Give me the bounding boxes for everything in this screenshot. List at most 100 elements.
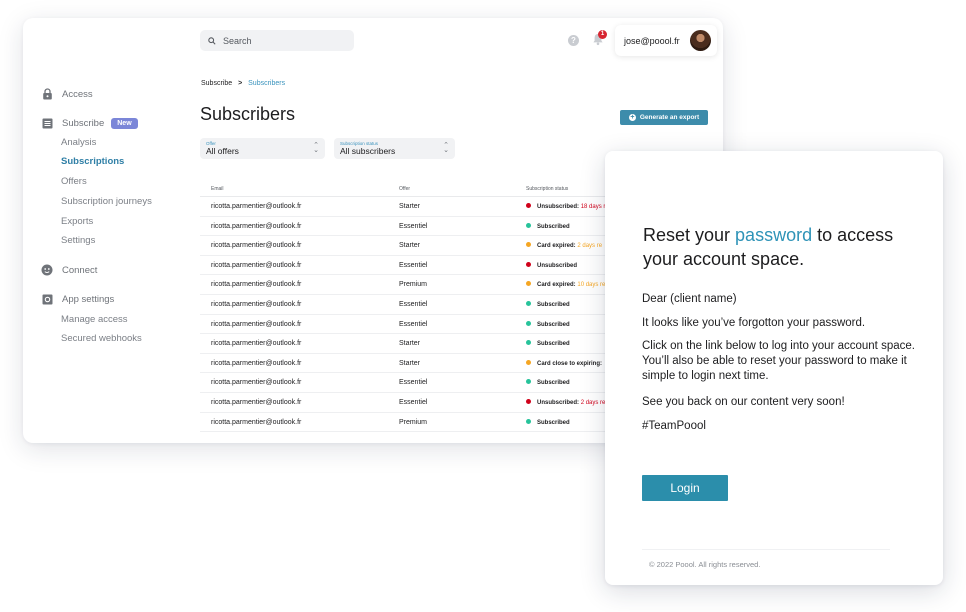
breadcrumb: Subscribe > Subscribers <box>201 80 285 87</box>
sidebar-item-settings[interactable]: Settings <box>61 235 95 246</box>
row-status: Unsubscribed: 2 days re <box>526 398 605 406</box>
status-dot <box>526 340 531 346</box>
row-status: Unsubscribed <box>526 261 577 269</box>
sidebar-item-subscription-journeys[interactable]: Subscription journeys <box>61 196 152 207</box>
status-select[interactable]: Subscription status All subscribers ⌃ ⌄ <box>334 138 455 159</box>
email-greeting: Dear (client name) <box>642 293 737 305</box>
status-select-value: All subscribers <box>340 146 396 156</box>
status-label: Subscribed <box>537 419 570 426</box>
email-paragraph: It looks like you’ve forgotton your pass… <box>642 317 866 329</box>
reset-password-email: Reset your password to access your accou… <box>605 151 943 585</box>
row-status: Subscribed <box>526 300 570 308</box>
face-icon <box>41 264 53 276</box>
row-status: Subscribed <box>526 222 570 230</box>
status-label: Card close to expiring: <box>537 360 603 367</box>
column-header-email[interactable]: Email <box>211 186 224 192</box>
status-label: Subscribed <box>537 380 570 387</box>
search-placeholder: Search <box>223 35 252 46</box>
user-email: jose@poool.fr <box>624 35 680 46</box>
row-email: ricotta.parmentier@outlook.fr <box>211 242 302 250</box>
row-offer: Premium <box>399 418 428 426</box>
offer-select-value: All offers <box>206 146 239 156</box>
offer-select[interactable]: Offer All offers ⌃ ⌄ <box>200 138 325 159</box>
search-icon <box>208 36 216 45</box>
login-button[interactable]: Login <box>642 475 728 501</box>
status-label: Card expired: <box>537 282 576 289</box>
status-detail: 10 days re <box>577 282 606 289</box>
page-title: Subscribers <box>200 104 296 124</box>
status-label: Unsubscribed: <box>537 399 580 406</box>
generate-export-button[interactable]: + Generate an export <box>620 110 708 125</box>
sidebar-item-manage-access[interactable]: Manage access <box>61 314 128 325</box>
row-offer: Essentiel <box>399 379 428 387</box>
column-header-status[interactable]: Subscription status <box>526 186 568 192</box>
status-dot <box>526 261 531 267</box>
email-heading: Reset your password to access your accou… <box>643 223 923 271</box>
plus-icon: + <box>628 114 636 121</box>
email-paragraph: See you back on our content very soon! <box>642 396 845 408</box>
row-offer: Essentiel <box>399 320 428 328</box>
row-status: Card close to expiring: <box>526 359 603 367</box>
row-offer: Starter <box>399 242 421 250</box>
sidebar-item-label: App settings <box>62 293 115 305</box>
sidebar-item-offers[interactable]: Offers <box>61 176 87 187</box>
status-dot <box>526 242 531 248</box>
row-email: ricotta.parmentier@outlook.fr <box>211 300 302 308</box>
sidebar-item-subscribe[interactable]: Subscribe New <box>41 117 138 129</box>
status-label: Subscribed <box>537 301 570 308</box>
status-label: Unsubscribed: <box>537 204 580 210</box>
status-label: Subscribed <box>537 341 570 348</box>
row-email: ricotta.parmentier@outlook.fr <box>211 203 302 210</box>
status-dot <box>526 281 531 287</box>
email-paragraph: Click on the link below to log into your… <box>642 340 915 382</box>
status-dot <box>526 418 531 424</box>
sidebar-item-label: Access <box>62 88 93 100</box>
sidebar-item-exports[interactable]: Exports <box>61 216 93 227</box>
sidebar-item-analysis[interactable]: Analysis <box>61 137 96 148</box>
row-offer: Starter <box>399 203 421 210</box>
row-status: Subscribed <box>526 340 570 347</box>
heading-highlight: password <box>735 225 813 245</box>
avatar[interactable] <box>690 30 711 51</box>
row-offer: Starter <box>399 340 421 348</box>
lock-icon <box>41 88 53 100</box>
chevron-updown-icon: ⌃ ⌄ <box>313 142 319 154</box>
user-menu[interactable]: jose@poool.fr <box>615 25 717 56</box>
sidebar-item-access[interactable]: Access <box>41 88 93 100</box>
column-header-offer[interactable]: Offer <box>399 186 410 192</box>
breadcrumb-current: Subscribers <box>248 80 286 87</box>
sidebar-item-subscriptions[interactable]: Subscriptions <box>61 156 124 167</box>
breadcrumb-parent[interactable]: Subscribe <box>201 80 232 87</box>
help-icon[interactable]: ? <box>568 35 579 46</box>
sidebar-item-app-settings[interactable]: App settings <box>41 293 114 305</box>
status-dot <box>526 398 531 404</box>
status-label: Card expired: <box>537 243 576 250</box>
row-email: ricotta.parmentier@outlook.fr <box>211 379 302 387</box>
row-offer: Essentiel <box>399 261 428 269</box>
copyright-text: © 2022 Poool. All rights reserved. <box>649 560 761 569</box>
row-email: ricotta.parmentier@outlook.fr <box>211 359 302 367</box>
top-bar: Search ? 1 jose@poool.fr <box>23 18 723 64</box>
notification-badge: 1 <box>598 30 607 39</box>
row-status: Card expired: 2 days re <box>526 242 602 249</box>
row-offer: Premium <box>399 281 428 289</box>
status-dot <box>526 300 531 306</box>
row-status: Subscribed <box>526 320 570 328</box>
breadcrumb-separator: > <box>238 80 243 87</box>
sidebar-item-label: Subscribe <box>62 117 105 129</box>
sidebar-item-connect[interactable]: Connect <box>41 264 97 276</box>
status-label: Subscribed <box>537 321 570 328</box>
list-icon <box>41 117 53 129</box>
row-status: Subscribed <box>526 379 570 386</box>
heading-text: Reset your <box>643 225 736 245</box>
row-offer: Essentiel <box>399 398 428 406</box>
row-email: ricotta.parmentier@outlook.fr <box>211 222 302 230</box>
status-dot <box>526 359 531 365</box>
email-signature: #TeamPoool <box>642 420 706 432</box>
sidebar-item-secured-webhooks[interactable]: Secured webhooks <box>61 333 142 344</box>
new-badge: New <box>111 117 138 129</box>
settings-icon <box>41 293 53 305</box>
search-input[interactable]: Search <box>200 30 354 51</box>
row-offer: Essentiel <box>399 300 428 308</box>
row-email: ricotta.parmentier@outlook.fr <box>211 281 302 289</box>
